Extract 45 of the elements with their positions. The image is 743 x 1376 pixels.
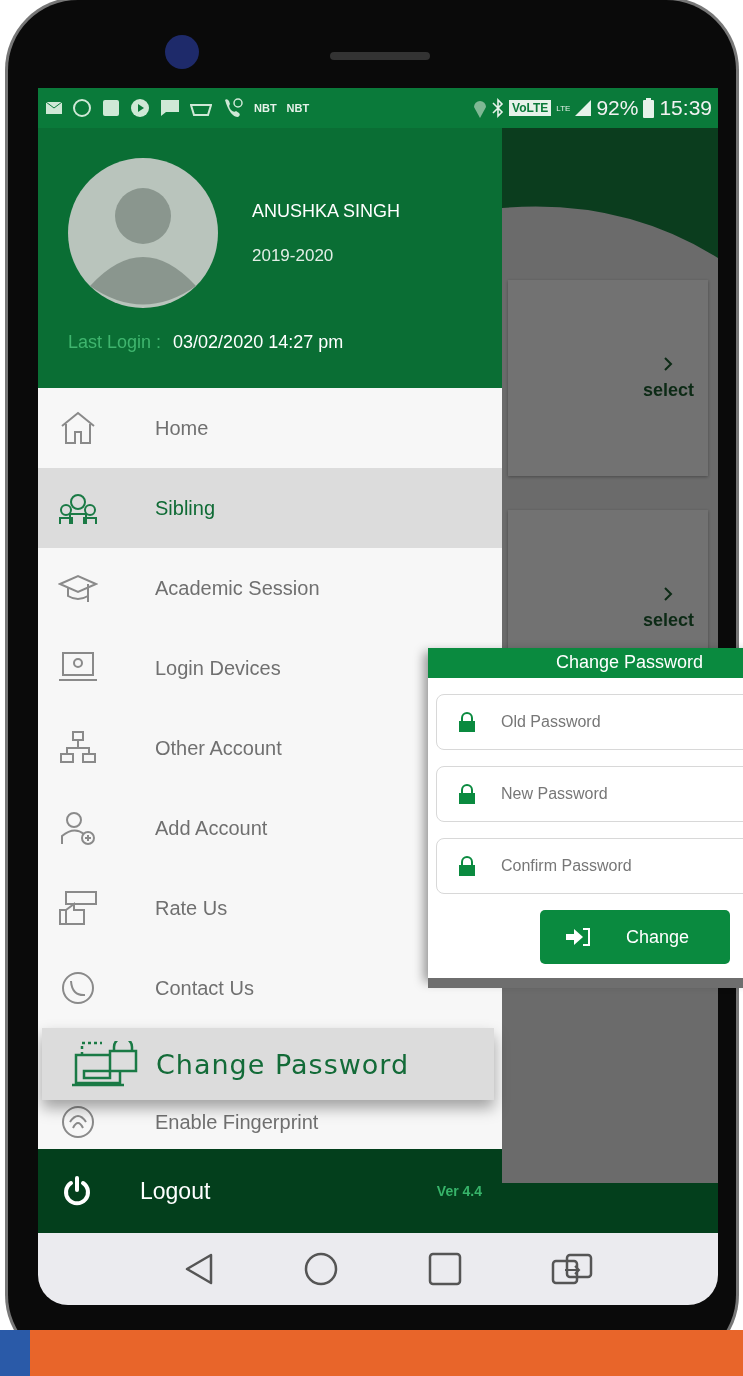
session-year: 2019-2020 [252,245,335,266]
home-circle-icon[interactable] [304,1252,339,1286]
message-icon [160,99,180,117]
status-label: NBT [254,102,277,114]
lte-label: LTE [556,104,571,113]
menu-item[interactable]: Academic Session [38,548,502,628]
password-field[interactable]: Old Password [436,694,743,750]
signal-icon [575,100,592,116]
password-field[interactable]: New Password [436,766,743,822]
app-square-icon [102,99,120,117]
play-circle-icon [130,98,150,118]
last-login-label: Last Login : [68,332,162,353]
app-version: Ver 4.4 [436,1183,482,1199]
clock-time: 15:39 [659,96,712,120]
student-name: ANUSHKA SINGH [252,200,401,222]
phone-blocked-icon [222,97,244,119]
logout-button[interactable]: Logout [140,1177,211,1205]
menu-item[interactable]: Contact Us [38,948,502,1028]
dialog-title: Change Password [428,648,743,678]
battery-percent: 92% [596,96,639,120]
user-add-icon [58,810,98,846]
select-link[interactable]: select [642,379,694,401]
change-button[interactable]: Change [540,910,730,964]
status-label: NBT [286,102,310,114]
battery-icon [643,98,655,118]
chevron-right-icon [663,355,674,372]
password-field[interactable]: Confirm Password [436,838,743,894]
network-icon [58,730,98,766]
power-icon [62,1176,92,1206]
location-pin-icon [473,98,488,118]
volte-badge: VoLTE [509,100,552,116]
speaker-grille-icon [330,52,430,60]
mail-icon [46,102,62,114]
menu-item[interactable]: Home [38,388,502,468]
last-login-value: 03/02/2020 14:27 pm [173,332,344,353]
chevron-right-icon [663,585,674,602]
menu-item[interactable]: Change Password [42,1028,494,1100]
bluetooth-icon [492,98,505,118]
switch-apps-icon[interactable] [551,1253,594,1285]
recents-square-icon[interactable] [427,1252,462,1286]
menu-item[interactable]: Enable Fingerprint [38,1100,502,1144]
laptop-lock-icon [72,1041,138,1087]
select-link[interactable]: select [642,609,694,631]
sign-in-icon [566,927,592,947]
menu-item[interactable]: Sibling [38,468,502,548]
